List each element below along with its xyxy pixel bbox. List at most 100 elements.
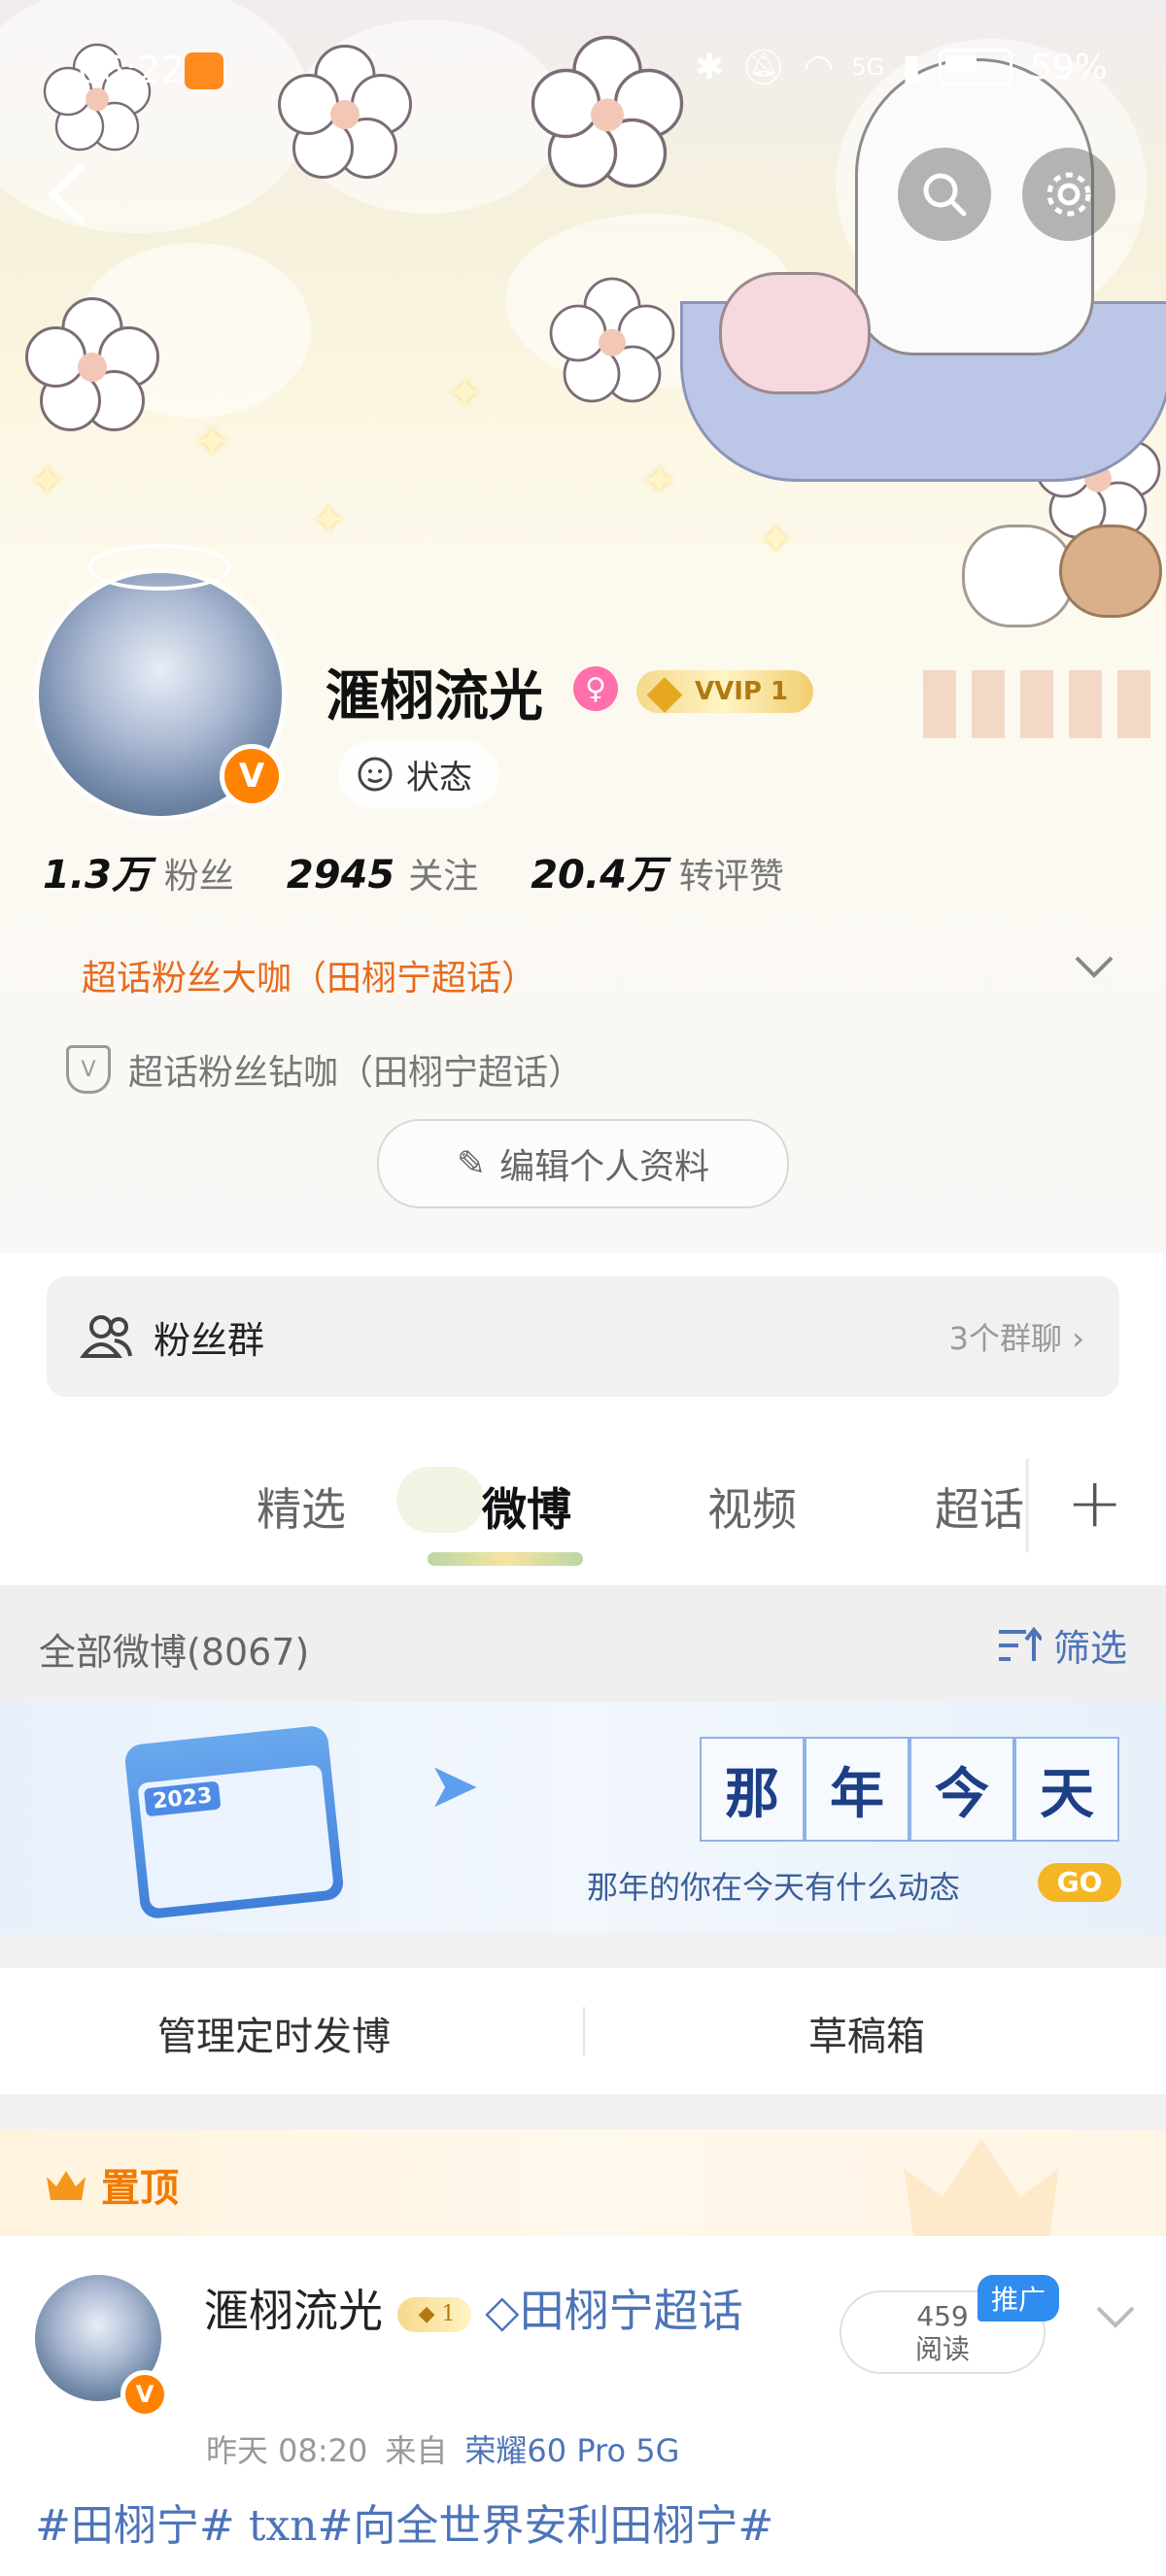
battery-icon — [938, 49, 1012, 85]
calendar-icon: 2023 — [123, 1724, 345, 1920]
stat-interactions[interactable]: 20.4万 转评赞 — [531, 843, 784, 899]
shield-icon: V — [66, 1045, 111, 1094]
read-label: 阅读 — [914, 2333, 970, 2365]
star-decoration: ✦ — [447, 369, 483, 419]
section-gap — [0, 1933, 1166, 1968]
flower-decoration — [549, 277, 675, 403]
flower-decoration — [25, 297, 159, 431]
fan-group-label: 粉丝群 — [154, 1318, 265, 1362]
back-button[interactable] — [39, 155, 97, 233]
post-text[interactable]: #田栩宁# txn#向全世界安利田栩宁# — [35, 2491, 773, 2553]
post-time: 昨天 08:20 — [206, 2432, 368, 2469]
paper-plane-icon: ➤ — [428, 1750, 480, 1822]
tab-supertopic[interactable]: 超话 — [935, 1474, 1024, 1539]
drafts-button[interactable]: 草稿箱 — [808, 2005, 925, 2061]
pinned-header: 置顶 — [0, 2129, 1166, 2236]
post-meta: 昨天 08:20 来自 荣耀60 Pro 5G — [206, 2426, 679, 2471]
post-author-name[interactable]: 滙栩流光 — [204, 2285, 383, 2337]
wifi-icon: ◠ — [803, 47, 835, 87]
stat-followers[interactable]: 1.3万 粉丝 — [43, 843, 234, 899]
back-arrow-icon — [49, 163, 86, 225]
calendar-page: 2023 — [137, 1764, 334, 1910]
post-source-prefix: 来自 — [385, 2432, 448, 2469]
flower-decoration — [278, 45, 412, 179]
status-label: 状态 — [406, 758, 472, 797]
title-char: 年 — [805, 1737, 909, 1842]
filter-icon — [998, 1626, 1042, 1661]
topic-badge[interactable]: 田栩宁超话 — [520, 2285, 743, 2337]
post-author-line: 滙栩流光 ◆ 1 ◇田栩宁超话 — [204, 2281, 806, 2341]
flower-tab-decoration — [396, 1467, 484, 1533]
chevron-down-icon[interactable] — [1073, 950, 1115, 990]
section-gap — [0, 2094, 1166, 2129]
scheduled-posts-button[interactable]: 管理定时发博 — [157, 2005, 391, 2061]
superfan-title-primary[interactable]: 超话粉丝大咖（田栩宁超话） — [82, 950, 536, 1000]
post-source[interactable]: 荣耀60 Pro 5G — [464, 2426, 679, 2471]
group-users-icon — [79, 1315, 132, 1358]
signal-icon: ▮ — [902, 47, 921, 87]
memories-title: 那 年 今 天 — [700, 1737, 1119, 1842]
post-actions-bar: 管理定时发博 草稿箱 — [0, 1968, 1166, 2094]
promote-badge[interactable]: 推广 — [977, 2275, 1060, 2322]
status-button[interactable]: 状态 — [338, 741, 499, 807]
calendar-year: 2023 — [143, 1780, 222, 1817]
fan-group-row[interactable]: 粉丝群 3个群聊 › — [47, 1276, 1119, 1397]
crown-watermark-icon — [904, 2139, 1059, 2236]
tab-divider — [1026, 1459, 1030, 1552]
bluetooth-icon: ✱ — [695, 47, 725, 87]
all-posts-label[interactable]: 全部微博(8067) — [39, 1622, 309, 1676]
go-button[interactable]: GO — [1038, 1863, 1121, 1902]
female-icon: ♀ — [573, 666, 618, 711]
edit-profile-button[interactable]: ✎ 编辑个人资料 — [377, 1119, 789, 1208]
battery-level: 59% — [1029, 47, 1108, 87]
add-tab-button[interactable]: + — [1066, 1463, 1123, 1542]
settings-button[interactable] — [1022, 148, 1115, 241]
title-char: 今 — [909, 1737, 1014, 1842]
star-decoration: ✦ — [758, 515, 794, 564]
status-time: 06:22 — [78, 49, 185, 91]
filter-bar: 全部微博(8067) 筛选 — [0, 1585, 1166, 1702]
mute-icon: 🔕︎ — [741, 48, 786, 87]
tab-featured[interactable]: 精选 — [257, 1474, 346, 1539]
network-label: 5G — [851, 53, 885, 81]
author-level-badge: ◆ 1 — [396, 2297, 471, 2332]
profile-name: 滙栩流光 — [326, 664, 543, 729]
weibo-notification-icon — [185, 52, 223, 89]
pinned-label-group: 置顶 — [43, 2156, 179, 2213]
superfan-title-secondary[interactable]: V 超话粉丝钻咖（田栩宁超话） — [66, 1044, 583, 1095]
memories-banner[interactable]: 2023 ➤ 那 年 今 天 那年的你在今天有什么动态 GO — [0, 1702, 1166, 1933]
halo-decoration — [87, 544, 231, 591]
star-decoration: ✦ — [311, 495, 347, 545]
search-icon — [923, 173, 967, 217]
title-char: 天 — [1014, 1737, 1119, 1842]
post-menu-chevron-icon[interactable] — [1094, 2296, 1137, 2341]
profile-tabs: 精选 微博 视频 超话 + — [0, 1443, 1166, 1585]
status-icons: ✱ 🔕︎ ◠ 5G ▮ 59% — [695, 47, 1108, 88]
star-decoration: ✦ — [194, 418, 230, 467]
gear-icon — [1046, 172, 1091, 217]
profile-stats: 1.3万 粉丝 2945 关注 20.4万 转评赞 — [43, 843, 784, 899]
active-tab-indicator — [428, 1552, 583, 1566]
status-add-icon — [358, 757, 393, 792]
tab-weibo[interactable]: 微博 — [482, 1474, 571, 1539]
filter-label: 筛选 — [1052, 1627, 1127, 1670]
pinned-post[interactable]: V 滙栩流光 ◆ 1 ◇田栩宁超话 昨天 08:20 来自 荣耀60 Pro 5… — [0, 2236, 1166, 2576]
star-decoration: ✦ — [641, 457, 677, 506]
fence-illustration — [923, 670, 1166, 738]
flower-decoration — [531, 35, 684, 188]
puppy-illustration — [962, 525, 1075, 627]
star-decoration: ✦ — [29, 457, 65, 506]
vip-gem-icon: ◆ — [646, 664, 683, 719]
chevron-right-icon: › — [1072, 1320, 1084, 1357]
stat-following[interactable]: 2945 关注 — [287, 848, 478, 898]
fan-group-count: 3个群聊 › — [948, 1320, 1084, 1357]
verified-badge: V — [120, 2370, 169, 2419]
tab-video[interactable]: 视频 — [707, 1474, 797, 1539]
crown-icon — [47, 2171, 86, 2200]
pinned-label: 置顶 — [101, 2166, 179, 2211]
search-button[interactable] — [898, 148, 991, 241]
divider — [583, 2007, 585, 2055]
filter-button[interactable]: 筛选 — [997, 1618, 1127, 1672]
superfan-secondary-label: 超话粉丝钻咖（田栩宁超话） — [128, 1053, 584, 1093]
pencil-icon: ✎ — [456, 1143, 487, 1184]
